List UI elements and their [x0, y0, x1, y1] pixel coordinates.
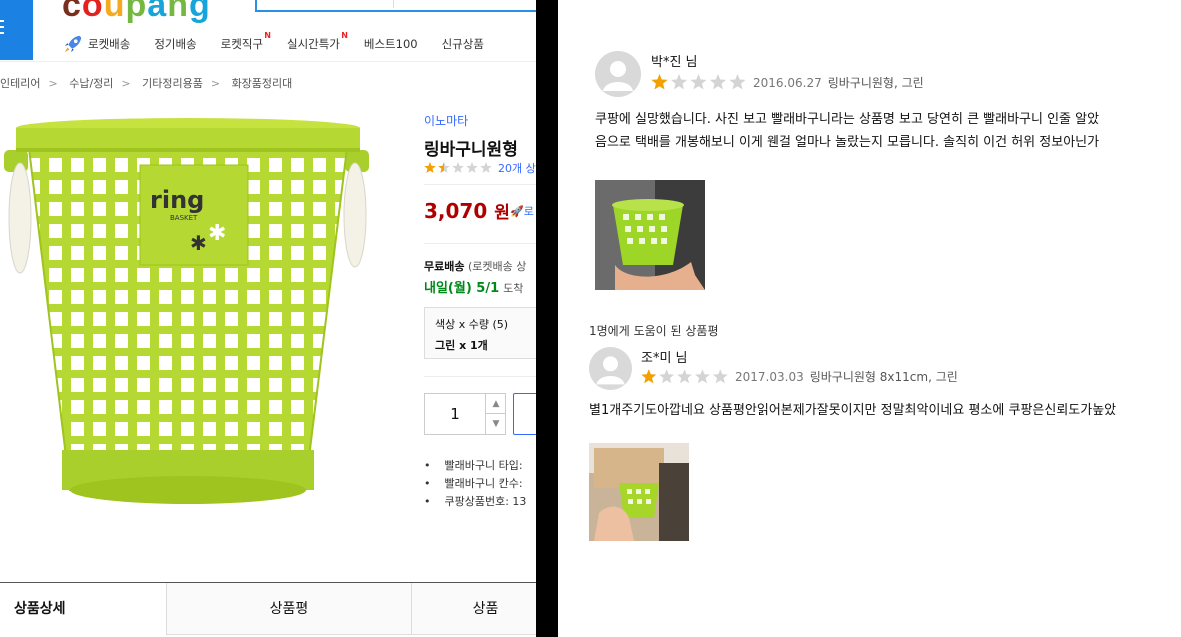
review-count-link[interactable]: 20개 상 [498, 160, 536, 176]
delivery-date: 내일(월) 5/1 도착 [424, 281, 524, 296]
brand-link[interactable]: 이노마타 [424, 112, 468, 129]
list-item: 빨래바구니 칸수: [424, 475, 526, 493]
nav-item-live-deals[interactable]: 실시간특가 N [286, 31, 348, 52]
screenshot-root: coupang 로켓배송 정기배송 로켓직구 N 실시간특가 N 베스트100 신규… [0, 0, 1181, 637]
list-item: 빨래바구니 타입: [424, 457, 526, 475]
star-empty [729, 74, 746, 90]
helpful-count: 1명에게 도움이 된 상품평 [589, 324, 719, 338]
new-badge: N [341, 31, 348, 40]
nav-label: 로켓배송 [88, 37, 131, 51]
breadcrumb-item[interactable]: 수납/정리 [69, 77, 113, 90]
product-image[interactable]: ring BASKET ✱ ✱ [0, 110, 380, 520]
review-photo[interactable] [589, 443, 689, 541]
tab-product-inquiry[interactable]: 상품 [412, 583, 536, 635]
review-body: 별1개주기도아깝네요 상품평안읽어본제가잘못이지만 정말최악이네요 평소에 쿠팡… [589, 399, 1116, 422]
new-badge: N [264, 31, 271, 40]
star-rating-icon [651, 74, 746, 90]
shipping-info: 무료배송 (로켓배송 상 [424, 260, 527, 273]
review-text-line: 쿠팡에 실망했습니다. 사진 보고 빨래바구니라는 상품명 보고 당연히 큰 빨… [595, 112, 1100, 127]
product-brand-mark: ring [150, 186, 204, 214]
star-rating-icon [424, 162, 492, 173]
svg-text:✱: ✱ [208, 221, 226, 246]
product-summary: 빨래바구니 타입: 빨래바구니 칸수: 쿠팡상품번호: 13 [424, 457, 527, 511]
nav-label: 베스트100 [363, 37, 418, 51]
review-body: 쿠팡에 실망했습니다. 사진 보고 빨래바구니라는 상품명 보고 당연히 큰 빨… [595, 108, 1099, 154]
search-input[interactable] [255, 0, 536, 12]
star-empty [670, 74, 688, 90]
review-date: 2016.06.27 [753, 75, 822, 90]
review-author: 박*진 님 [651, 55, 698, 70]
nav-item-new-products[interactable]: 신규상품 [442, 36, 484, 52]
breadcrumb: 인테리어 > 수납/정리 > 기타정리용품 > 화장품정리대 [0, 77, 293, 90]
nav-label: 정기배송 [154, 37, 197, 51]
divider [0, 61, 536, 62]
reviews-pane: 박*진 님 2016.06.27 링바구니원형, 그린 쿠팡에 실망했습니다. … [558, 0, 1181, 637]
star-empty [677, 368, 692, 383]
product-page-pane: coupang 로켓배송 정기배송 로켓직구 N 실시간특가 N 베스트100 신규… [0, 0, 536, 637]
avatar [589, 347, 632, 390]
review-author: 조*미 님 [641, 351, 688, 366]
star-empty [466, 162, 478, 173]
breadcrumb-item[interactable]: 화장품정리대 [232, 77, 293, 90]
quantity-stepper: 1 ▲ ▼ [424, 393, 506, 435]
main-nav: 로켓배송 정기배송 로켓직구 N 실시간특가 N 베스트100 신규상품 [62, 30, 508, 58]
nav-label: 신규상품 [441, 37, 484, 51]
product-rating: 20개 상 [424, 160, 536, 176]
avatar [595, 51, 641, 97]
star-rating-icon [641, 368, 728, 383]
decrease-quantity-button[interactable]: ▼ [485, 414, 506, 434]
product-title: 링바구니원형 [424, 140, 518, 160]
black-divider [536, 0, 558, 637]
nav-item-rocket-delivery[interactable]: 로켓배송 [62, 33, 130, 55]
review-option: 링바구니원형, 그린 [827, 76, 924, 90]
review-text-line: 별1개주기도아깝네요 상품평안읽어본제가잘못이지만 정말최악이네요 평소에 쿠팡… [589, 403, 1117, 418]
star-empty [452, 162, 464, 173]
star-empty [480, 162, 492, 173]
option-value: 그린 x 1개 [435, 339, 488, 352]
review-date: 2017.03.03 [735, 369, 804, 384]
product-price: 3,070 원 [424, 199, 510, 223]
tab-product-detail[interactable]: 상품상세 [0, 583, 167, 635]
star-empty [709, 74, 727, 90]
review-meta: 2017.03.03 링바구니원형 8x11cm, 그린 [641, 368, 958, 385]
nav-item-best100[interactable]: 베스트100 [364, 36, 418, 52]
category-menu-button[interactable] [0, 0, 33, 60]
svg-text:✱: ✱ [190, 231, 207, 255]
star-filled [424, 162, 436, 173]
review-text-line: 음으로 택배를 개봉해보니 이게 웬걸 얼마나 놀랐는지 모릅니다. 솔직히 이… [595, 135, 1100, 150]
add-to-cart-button[interactable] [513, 393, 536, 435]
tab-reviews[interactable]: 상품평 [167, 583, 412, 635]
star-empty [690, 74, 707, 90]
nav-item-rocket-direct[interactable]: 로켓직구 N [220, 31, 271, 52]
svg-text:BASKET: BASKET [170, 214, 198, 222]
star-empty [712, 368, 728, 383]
star-filled [641, 368, 657, 383]
breadcrumb-item[interactable]: 인테리어 [0, 77, 40, 90]
list-item: 쿠팡상품번호: 13 [424, 493, 527, 511]
coupang-logo[interactable]: coupang [62, 0, 211, 25]
divider [424, 243, 536, 244]
star-empty [695, 368, 710, 383]
rocket-icon [64, 35, 82, 53]
divider [424, 376, 536, 377]
product-tabs: 상품상세 상품평 상품 [0, 582, 536, 635]
review-option: 링바구니원형 8x11cm, 그린 [809, 370, 958, 384]
rocket-badge: 🚀로 [510, 205, 534, 218]
option-label: 색상 x 수량 (5) [435, 318, 509, 331]
quantity-input[interactable]: 1 [425, 394, 485, 434]
review-meta: 2016.06.27 링바구니원형, 그린 [651, 74, 924, 91]
nav-label: 실시간특가 [286, 37, 340, 51]
nav-item-subscription[interactable]: 정기배송 [154, 36, 196, 52]
star-empty [659, 368, 675, 383]
increase-quantity-button[interactable]: ▲ [485, 394, 506, 414]
review-photo[interactable] [595, 180, 705, 290]
star-filled [651, 74, 668, 90]
option-selector[interactable]: 색상 x 수량 (5) 그린 x 1개 [424, 307, 536, 359]
nav-label: 로켓직구 [220, 37, 263, 51]
divider [424, 184, 536, 185]
breadcrumb-item[interactable]: 기타정리용품 [142, 77, 203, 90]
